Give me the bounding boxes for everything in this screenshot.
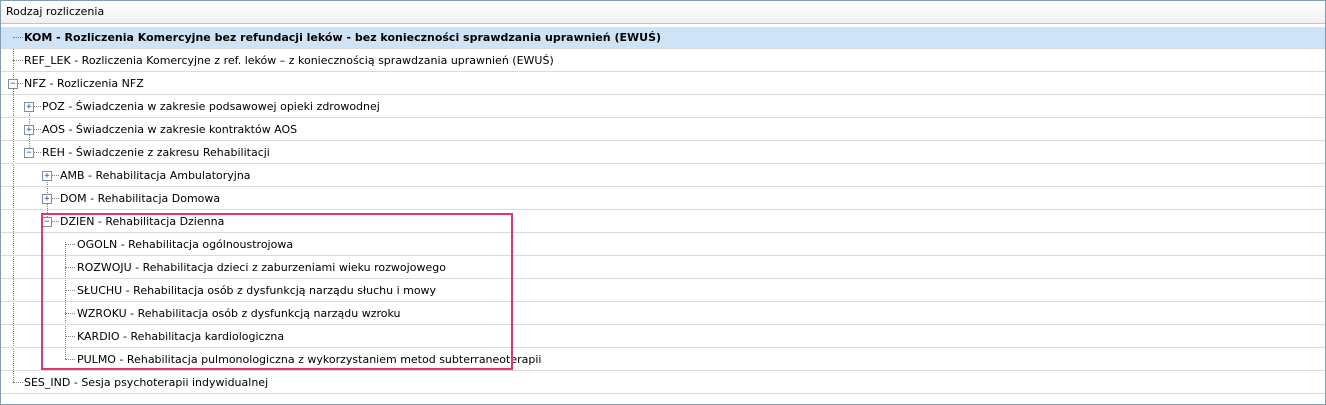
tree-row-pulmo[interactable]: PULMO - Rehabilitacja pulmonologiczna z … <box>1 349 1325 371</box>
tree-row-kardio[interactable]: KARDIO - Rehabilitacja kardiologiczna <box>1 326 1325 348</box>
tree-row-label: NFZ - Rozliczenia NFZ <box>24 77 144 90</box>
tree-row-nfz[interactable]: − NFZ - Rozliczenia NFZ <box>1 73 1325 95</box>
tree-row-poz[interactable]: + POZ - Świadczenia w zakresie podsawowe… <box>1 96 1325 118</box>
tree-row-dzien[interactable]: − DZIEN - Rehabilitacja Dzienna <box>1 211 1325 233</box>
tree-row-label: OGOLN - Rehabilitacja ogólnoustrojowa <box>77 238 294 251</box>
tree-row-rozwoju[interactable]: ROZWOJU - Rehabilitacja dzieci z zaburze… <box>1 257 1325 279</box>
tree-row-label: AOS - Świadczenia w zakresie kontraktów … <box>42 123 298 136</box>
tree-row-label: WZROKU - Rehabilitacja osób z dysfunkcją… <box>77 307 401 320</box>
tree-row-label: KOM - Rozliczenia Komercyjne bez refunda… <box>24 31 662 44</box>
tree-row-label: AMB - Rehabilitacja Ambulatoryjna <box>60 169 251 182</box>
column-header[interactable]: Rodzaj rozliczenia <box>1 1 1325 24</box>
tree-row-label: REH - Świadczenie z zakresu Rehabilitacj… <box>42 146 270 159</box>
tree-list-view: Rodzaj rozliczenia KOM - Rozliczenia Kom… <box>0 0 1326 405</box>
tree-branch <box>65 336 75 337</box>
tree-row-label: POZ - Świadczenia w zakresie podsawowej … <box>42 100 380 113</box>
tree-branch <box>65 359 75 360</box>
tree-row-kom[interactable]: KOM - Rozliczenia Komercyjne bez refunda… <box>1 27 1325 49</box>
tree-row-amb[interactable]: + AMB - Rehabilitacja Ambulatoryjna <box>1 165 1325 187</box>
tree-row-reh[interactable]: − REH - Świadczenie z zakresu Rehabilita… <box>1 142 1325 164</box>
collapse-icon[interactable]: − <box>42 217 52 227</box>
tree-row-wzroku[interactable]: WZROKU - Rehabilitacja osób z dysfunkcją… <box>1 303 1325 325</box>
tree-branch <box>13 60 23 61</box>
tree-row-ogoln[interactable]: OGOLN - Rehabilitacja ogólnoustrojowa <box>1 234 1325 256</box>
tree-row-sluchu[interactable]: SŁUCHU - Rehabilitacja osób z dysfunkcją… <box>1 280 1325 302</box>
tree-row-label: PULMO - Rehabilitacja pulmonologiczna z … <box>77 353 542 366</box>
tree-row-ses-ind[interactable]: SES_IND - Sesja psychoterapii indywidual… <box>1 372 1325 394</box>
tree-row-dom[interactable]: + DOM - Rehabilitacja Domowa <box>1 188 1325 210</box>
expand-icon[interactable]: + <box>24 102 34 112</box>
column-header-label: Rodzaj rozliczenia <box>6 5 105 18</box>
tree-branch <box>65 290 75 291</box>
tree-row-label: DZIEN - Rehabilitacja Dzienna <box>60 215 225 228</box>
tree-branch <box>13 382 23 383</box>
tree-row-label: REF_LEK - Rozliczenia Komercyjne z ref. … <box>24 54 554 67</box>
tree-row-label: SŁUCHU - Rehabilitacja osób z dysfunkcją… <box>77 284 437 297</box>
tree-branch <box>65 313 75 314</box>
tree-row-label: KARDIO - Rehabilitacja kardiologiczna <box>77 330 285 343</box>
expand-icon[interactable]: + <box>42 194 52 204</box>
tree-branch <box>65 267 75 268</box>
tree-branch <box>65 244 75 245</box>
tree-row-label: DOM - Rehabilitacja Domowa <box>60 192 221 205</box>
expand-icon[interactable]: + <box>24 125 34 135</box>
collapse-icon[interactable]: − <box>8 79 18 89</box>
tree-row-ref-lek[interactable]: REF_LEK - Rozliczenia Komercyjne z ref. … <box>1 50 1325 72</box>
tree-row-label: ROZWOJU - Rehabilitacja dzieci z zaburze… <box>77 261 446 274</box>
tree-branch <box>13 37 23 38</box>
expand-icon[interactable]: + <box>42 171 52 181</box>
tree-row-aos[interactable]: + AOS - Świadczenia w zakresie kontraktó… <box>1 119 1325 141</box>
collapse-icon[interactable]: − <box>24 148 34 158</box>
tree-row-label: SES_IND - Sesja psychoterapii indywidual… <box>24 376 269 389</box>
